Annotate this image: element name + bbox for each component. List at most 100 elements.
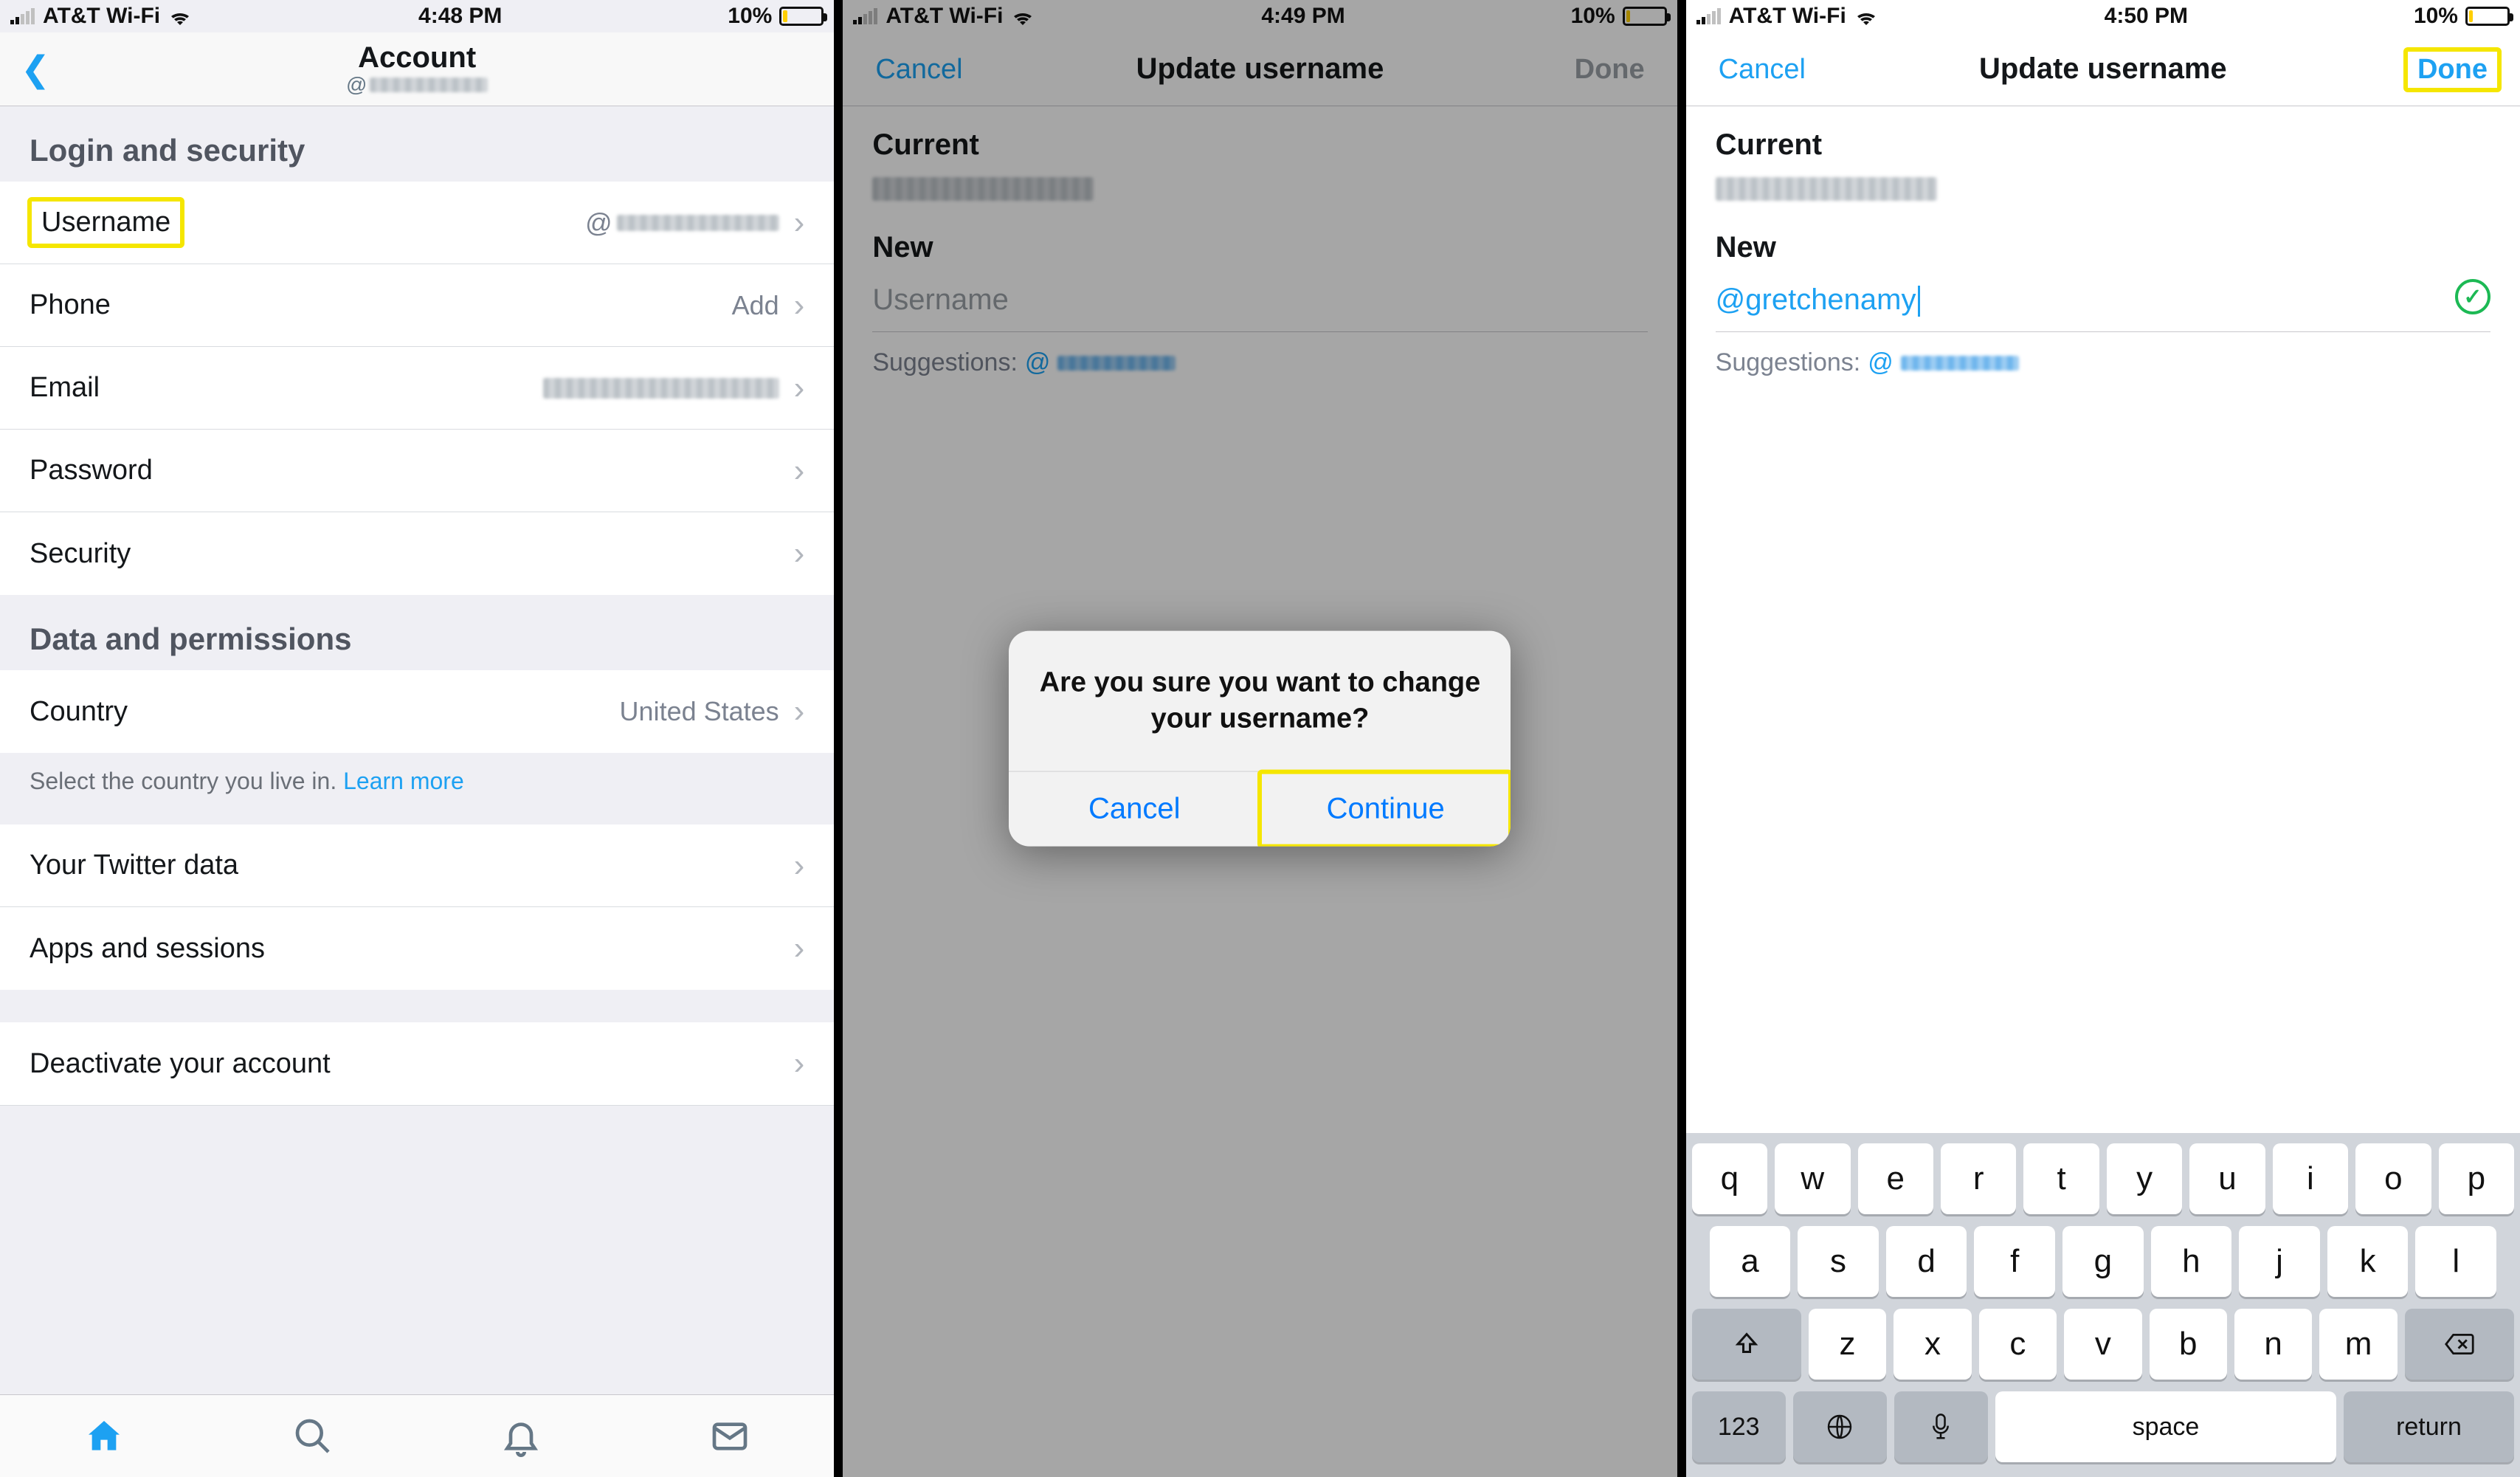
current-label: Current [1686,106,2520,173]
space-key[interactable]: space [1995,1391,2336,1462]
key-u[interactable]: u [2189,1143,2265,1214]
backspace-key[interactable] [2405,1309,2514,1380]
return-key[interactable]: return [2344,1391,2514,1462]
current-value [1686,173,2520,209]
row-username[interactable]: Username @ › [0,182,834,264]
chevron-right-icon: › [794,930,805,967]
key-f[interactable]: f [1974,1226,2055,1297]
update-username-confirm-screen: AT&T Wi-Fi 4:49 PM 10% Cancel Update use… [834,0,1677,1477]
new-label: New [1686,209,2520,276]
row-country[interactable]: Country United States › [0,670,834,753]
navbar: ❮ Account @ [0,32,834,106]
key-p[interactable]: p [2439,1143,2514,1214]
alert-message: Are you sure you want to change your use… [1009,630,1511,771]
update-username-typing-screen: AT&T Wi-Fi 4:50 PM 10% Cancel Update use… [1677,0,2520,1477]
key-j[interactable]: j [2239,1226,2320,1297]
row-twitter-data[interactable]: Your Twitter data › [0,824,834,907]
data-list: Country United States › [0,670,834,753]
row-password[interactable]: Password › [0,430,834,512]
chevron-right-icon: › [794,1045,805,1082]
page-title: Update username [1979,52,2227,86]
statusbar: AT&T Wi-Fi 4:48 PM 10% [0,0,834,32]
key-n[interactable]: n [2234,1309,2312,1380]
section-header-data: Data and permissions [0,595,834,670]
numbers-key[interactable]: 123 [1692,1391,1786,1462]
account-settings-screen: AT&T Wi-Fi 4:48 PM 10% ❮ Account @ Login… [0,0,834,1477]
chevron-right-icon: › [794,370,805,407]
alert-cancel-button[interactable]: Cancel [1009,772,1260,847]
data-list-2: Your Twitter data › Apps and sessions › [0,824,834,990]
text-cursor [1918,286,1920,317]
key-i[interactable]: i [2273,1143,2348,1214]
key-e[interactable]: e [1858,1143,1933,1214]
carrier-label: AT&T Wi-Fi [1729,4,1846,29]
data-list-3: Deactivate your account › [0,1022,834,1105]
key-l[interactable]: l [2415,1226,2496,1297]
chevron-right-icon: › [794,452,805,489]
chevron-right-icon: › [794,847,805,884]
key-s[interactable]: s [1798,1226,1879,1297]
clock: 4:48 PM [418,4,502,29]
alert-continue-button[interactable]: Continue [1260,772,1511,847]
tab-home-icon[interactable] [83,1416,125,1457]
row-phone[interactable]: Phone Add › [0,264,834,347]
signal-icon [10,8,35,24]
learn-more-link[interactable]: Learn more [343,768,464,794]
checkmark-icon: ✓ [2455,279,2490,314]
battery-icon [2465,7,2510,26]
battery-icon [779,7,824,26]
section-header-login: Login and security [0,106,834,182]
mic-key[interactable] [1894,1391,1988,1462]
tab-search-icon[interactable] [292,1416,334,1457]
key-v[interactable]: v [2064,1309,2141,1380]
chevron-right-icon: › [794,535,805,572]
tab-notifications-icon[interactable] [500,1416,542,1457]
key-r[interactable]: r [1941,1143,2016,1214]
statusbar: AT&T Wi-Fi 4:50 PM 10% [1686,0,2520,32]
country-hint: Select the country you live in. Learn mo… [0,753,834,824]
key-w[interactable]: w [1775,1143,1850,1214]
tab-messages-icon[interactable] [709,1416,750,1457]
row-email[interactable]: Email › [0,347,834,430]
key-row-2: asdfghjkl [1692,1226,2514,1297]
key-o[interactable]: o [2355,1143,2431,1214]
cancel-button[interactable]: Cancel [1707,49,1817,90]
keyboard: qwertyuiop asdfghjkl zxcvbnm 123 space r… [1686,1133,2520,1477]
key-g[interactable]: g [2062,1226,2144,1297]
page-title: Account [346,41,488,75]
key-d[interactable]: d [1886,1226,1967,1297]
row-security[interactable]: Security › [0,512,834,595]
page-subtitle: @ [346,73,488,97]
key-x[interactable]: x [1894,1309,1971,1380]
username-input[interactable]: @gretchenamy [1716,276,2490,332]
shift-key[interactable] [1692,1309,1801,1380]
key-h[interactable]: h [2151,1226,2232,1297]
key-z[interactable]: z [1809,1309,1886,1380]
key-b[interactable]: b [2150,1309,2227,1380]
done-button[interactable]: Done [2406,49,2499,90]
globe-key[interactable] [1793,1391,1887,1462]
row-deactivate[interactable]: Deactivate your account › [0,1022,834,1105]
chevron-right-icon: › [794,204,805,241]
chevron-right-icon: › [794,693,805,730]
row-apps-sessions[interactable]: Apps and sessions › [0,907,834,990]
confirm-alert: Are you sure you want to change your use… [1009,630,1511,847]
key-row-3: zxcvbnm [1692,1309,2514,1380]
key-t[interactable]: t [2023,1143,2099,1214]
key-y[interactable]: y [2107,1143,2182,1214]
key-row-4: 123 space return [1692,1391,2514,1462]
login-list: Username @ › Phone Add › Email › Passwor… [0,182,834,595]
key-m[interactable]: m [2319,1309,2397,1380]
wifi-icon [1854,7,1879,25]
chevron-right-icon: › [794,287,805,324]
row-username-value: @ [585,207,779,238]
back-icon[interactable]: ❮ [21,49,50,90]
form: Current New @gretchenamy ✓ Suggestions: … [1686,106,2520,1477]
row-username-label: Username [30,199,182,246]
signal-icon [1696,8,1722,24]
tabbar [0,1394,834,1477]
key-a[interactable]: a [1710,1226,1791,1297]
key-c[interactable]: c [1979,1309,2057,1380]
key-k[interactable]: k [2327,1226,2409,1297]
key-q[interactable]: q [1692,1143,1767,1214]
